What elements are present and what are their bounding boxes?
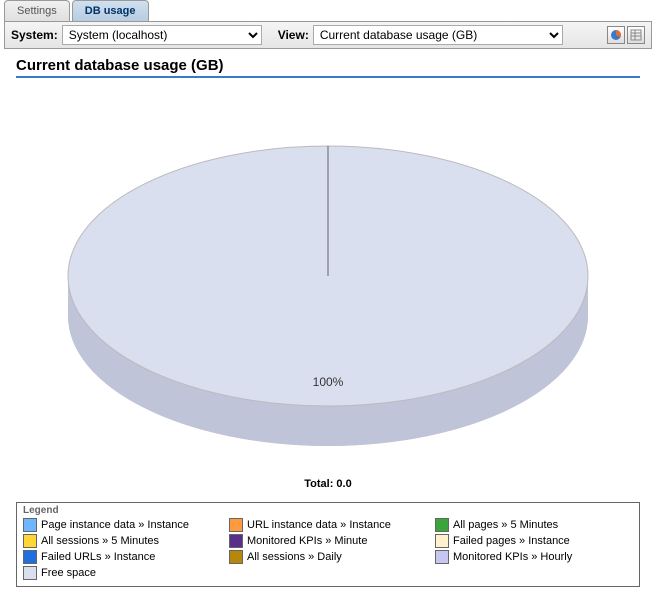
legend-swatch [23, 550, 37, 564]
legend-label: Failed URLs » Instance [41, 551, 155, 563]
legend-item: Page instance data » Instance [23, 518, 221, 532]
legend-swatch [229, 550, 243, 564]
chart-title: Current database usage (GB) [16, 57, 640, 78]
legend-swatch [435, 518, 449, 532]
legend-item: All pages » 5 Minutes [435, 518, 633, 532]
legend-swatch [23, 534, 37, 548]
tab-bar: Settings DB usage [0, 0, 656, 21]
legend-label: Monitored KPIs » Hourly [453, 551, 572, 563]
slice-label: 100% [313, 375, 344, 389]
legend-label: Page instance data » Instance [41, 519, 189, 531]
legend-label: All sessions » Daily [247, 551, 342, 563]
tab-db-usage[interactable]: DB usage [72, 0, 149, 21]
pie-chart: 100% [28, 86, 628, 476]
tab-settings[interactable]: Settings [4, 0, 70, 21]
legend-item: All sessions » Daily [229, 550, 427, 564]
legend-label: Failed pages » Instance [453, 535, 570, 547]
view-label: View: [278, 28, 309, 42]
legend: Legend Page instance data » Instance URL … [16, 502, 640, 587]
legend-item: Failed URLs » Instance [23, 550, 221, 564]
legend-swatch [435, 534, 449, 548]
table-icon[interactable] [627, 26, 645, 44]
legend-swatch [23, 518, 37, 532]
legend-label: All pages » 5 Minutes [453, 519, 558, 531]
legend-swatch [229, 534, 243, 548]
legend-swatch [435, 550, 449, 564]
system-select[interactable]: System (localhost) [62, 25, 262, 45]
pie-chart-icon[interactable] [607, 26, 625, 44]
legend-item: URL instance data » Instance [229, 518, 427, 532]
legend-title: Legend [23, 505, 633, 516]
system-label: System: [11, 28, 58, 42]
legend-item: All sessions » 5 Minutes [23, 534, 221, 548]
legend-label: All sessions » 5 Minutes [41, 535, 159, 547]
legend-label: Free space [41, 567, 96, 579]
view-select[interactable]: Current database usage (GB) [313, 25, 563, 45]
legend-item: Monitored KPIs » Hourly [435, 550, 633, 564]
legend-swatch [229, 518, 243, 532]
chart-total: Total: 0.0 [304, 478, 351, 490]
legend-item: Free space [23, 566, 221, 580]
chart-area: Current database usage (GB) 100% Total: … [0, 49, 656, 494]
legend-label: Monitored KPIs » Minute [247, 535, 367, 547]
legend-item: Failed pages » Instance [435, 534, 633, 548]
legend-item: Monitored KPIs » Minute [229, 534, 427, 548]
toolbar: System: System (localhost) View: Current… [4, 21, 652, 49]
legend-swatch [23, 566, 37, 580]
legend-label: URL instance data » Instance [247, 519, 391, 531]
